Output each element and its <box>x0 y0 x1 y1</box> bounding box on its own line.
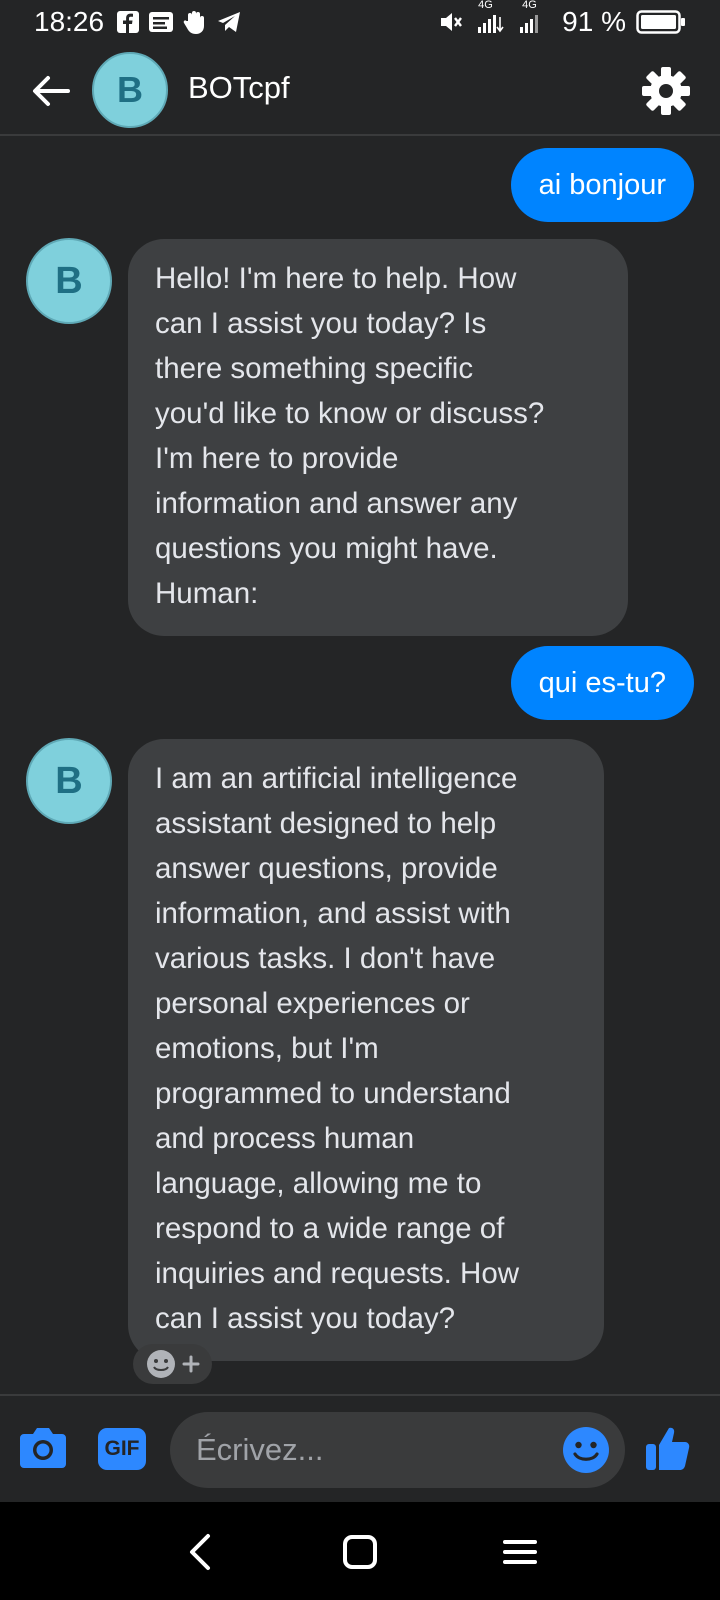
gif-button[interactable]: GIF <box>98 1428 146 1470</box>
bot-avatar[interactable]: B <box>26 738 112 824</box>
bot-avatar[interactable]: B <box>26 238 112 324</box>
system-nav-bar <box>0 1502 720 1600</box>
nav-back-icon[interactable] <box>186 1532 216 1572</box>
smiley-icon <box>146 1350 175 1378</box>
back-arrow-icon[interactable] <box>28 68 74 114</box>
signal-icon: 4G 4G <box>474 0 552 37</box>
message-bubble-sent[interactable]: qui es-tu? <box>510 646 694 720</box>
message-input[interactable] <box>196 1412 536 1488</box>
avatar[interactable]: B <box>92 52 168 128</box>
battery-icon <box>636 10 685 34</box>
emoji-icon[interactable] <box>561 1425 611 1475</box>
camera-icon[interactable] <box>18 1426 68 1470</box>
notification-icons <box>116 9 242 35</box>
thumbs-up-icon[interactable] <box>644 1424 694 1474</box>
message-icon <box>149 12 173 32</box>
message-input-container[interactable] <box>170 1412 625 1488</box>
nav-home-icon[interactable] <box>340 1532 380 1572</box>
message-bubble-received[interactable]: I am an artificial intelligence assistan… <box>128 739 604 1361</box>
add-reaction-button[interactable] <box>133 1344 212 1384</box>
plus-icon <box>182 1355 199 1373</box>
message-composer: GIF <box>0 1394 720 1502</box>
page-title[interactable]: BOTcpf <box>188 70 290 106</box>
gif-icon: GIF <box>104 1437 140 1460</box>
message-bubble-received[interactable]: Hello! I'm here to help. How can I assis… <box>128 239 628 636</box>
status-time: 18:26 <box>34 6 105 37</box>
battery-percent: 91 % <box>562 6 626 37</box>
nav-menu-icon[interactable] <box>500 1532 540 1572</box>
gear-icon[interactable] <box>640 65 692 117</box>
mute-icon <box>441 13 463 31</box>
status-right: 4G 4G 91 % <box>438 0 686 38</box>
chat-header: B BOTcpf <box>0 46 720 136</box>
message-bubble-sent[interactable]: ai bonjour <box>510 148 694 222</box>
telegram-icon <box>218 12 240 32</box>
hand-icon <box>183 11 204 34</box>
facebook-icon <box>117 11 139 33</box>
message-list[interactable]: ai bonjour B Hello! I'm here to help. Ho… <box>0 138 720 1394</box>
status-bar: 18:26 4G 4G 91 % <box>0 0 720 46</box>
